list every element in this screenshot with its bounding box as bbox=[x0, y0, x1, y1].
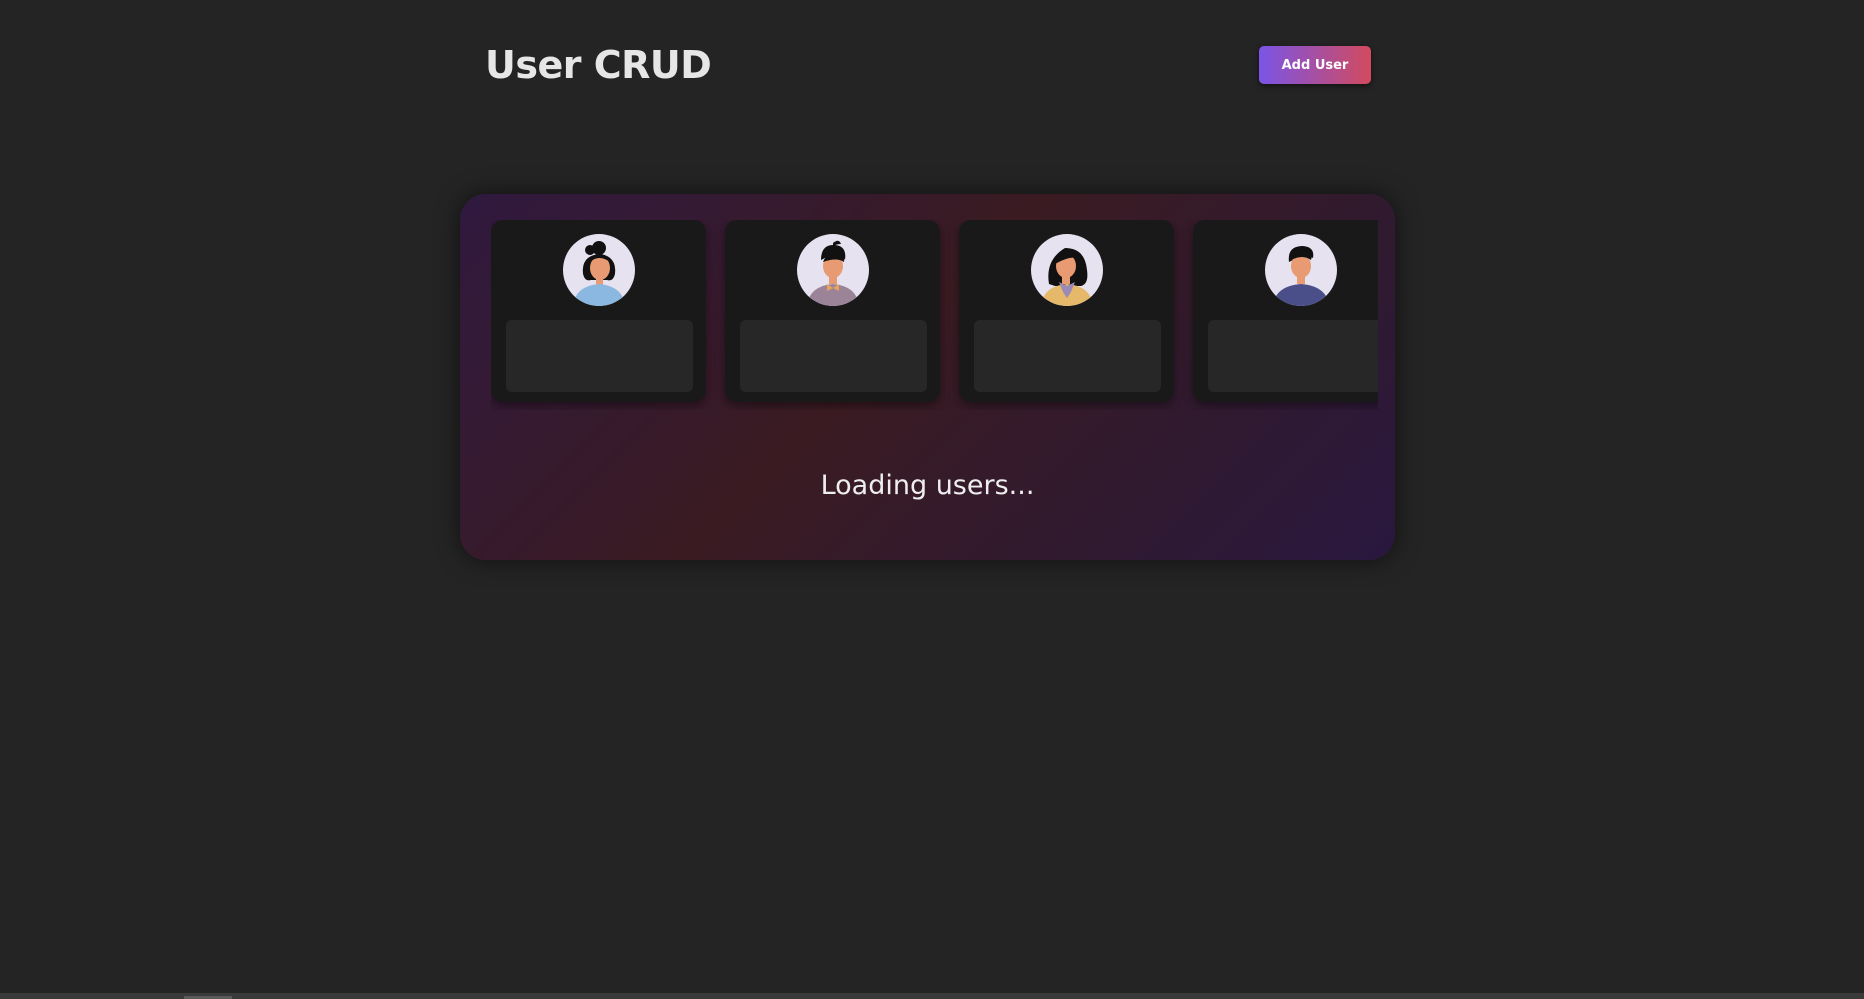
woman-bun-avatar-icon bbox=[563, 234, 635, 306]
man-avatar-icon bbox=[1265, 234, 1337, 306]
page: User CRUD Add User Loading users... bbox=[0, 0, 1864, 999]
woman-scarf-avatar-icon bbox=[1031, 234, 1103, 306]
user-card-skeleton bbox=[725, 220, 940, 402]
add-user-button[interactable]: Add User bbox=[1259, 46, 1371, 84]
users-panel: Loading users... bbox=[460, 194, 1395, 560]
user-card-skeleton bbox=[1193, 220, 1378, 402]
user-card-skeleton bbox=[491, 220, 706, 402]
card-details-placeholder bbox=[506, 320, 693, 392]
man-bowtie-avatar-icon bbox=[797, 234, 869, 306]
avatar-shirt bbox=[1273, 284, 1329, 306]
horizontal-scrollbar[interactable] bbox=[0, 993, 1864, 999]
avatar-shirt bbox=[573, 284, 625, 306]
header: User CRUD Add User bbox=[485, 40, 1371, 90]
card-details-placeholder bbox=[740, 320, 927, 392]
user-card-skeleton bbox=[959, 220, 1174, 402]
user-card-list[interactable] bbox=[491, 220, 1378, 410]
card-details-placeholder bbox=[1208, 320, 1378, 392]
page-title: User CRUD bbox=[485, 43, 712, 87]
loading-message: Loading users... bbox=[820, 470, 1035, 501]
card-details-placeholder bbox=[974, 320, 1161, 392]
avatar-shirt bbox=[807, 284, 859, 306]
